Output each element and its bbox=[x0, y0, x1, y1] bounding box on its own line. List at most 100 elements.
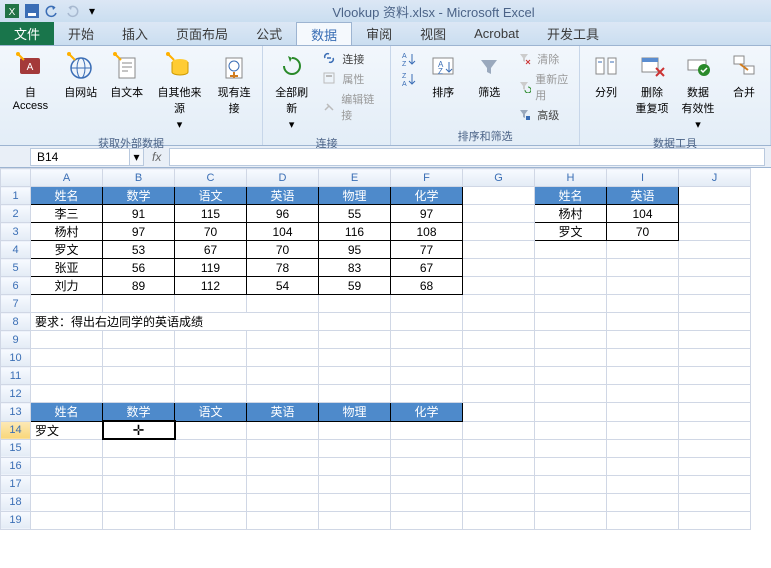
cell[interactable]: 83 bbox=[319, 259, 391, 277]
cell[interactable] bbox=[175, 493, 247, 511]
cell[interactable] bbox=[463, 187, 535, 205]
cell[interactable] bbox=[31, 493, 103, 511]
cell[interactable] bbox=[103, 349, 175, 367]
qat-dropdown-icon[interactable]: ▾ bbox=[84, 3, 100, 19]
col-header[interactable]: J bbox=[679, 169, 751, 187]
cell[interactable] bbox=[391, 457, 463, 475]
cell[interactable] bbox=[319, 457, 391, 475]
row-header[interactable]: 7 bbox=[1, 295, 31, 313]
properties-button[interactable]: 属性 bbox=[320, 70, 384, 88]
cell[interactable] bbox=[103, 511, 175, 529]
cell[interactable]: 化学 bbox=[391, 187, 463, 205]
col-header[interactable]: C bbox=[175, 169, 247, 187]
cell[interactable]: 78 bbox=[247, 259, 319, 277]
cell[interactable] bbox=[679, 223, 751, 241]
cell[interactable] bbox=[607, 349, 679, 367]
cell[interactable]: 77 bbox=[391, 241, 463, 259]
row-header[interactable]: 13 bbox=[1, 403, 31, 422]
cell[interactable] bbox=[175, 421, 247, 439]
cell[interactable]: 罗文 bbox=[31, 421, 103, 439]
cell[interactable]: 104 bbox=[247, 223, 319, 241]
tab-dev[interactable]: 开发工具 bbox=[533, 22, 613, 45]
cell[interactable] bbox=[535, 385, 607, 403]
row-header[interactable]: 14 bbox=[1, 421, 31, 439]
cell[interactable] bbox=[463, 223, 535, 241]
select-all-corner[interactable] bbox=[1, 169, 31, 187]
cell[interactable] bbox=[607, 493, 679, 511]
cell[interactable] bbox=[391, 475, 463, 493]
cell[interactable] bbox=[391, 511, 463, 529]
fx-icon[interactable]: fx bbox=[152, 150, 161, 164]
row-header[interactable]: 17 bbox=[1, 475, 31, 493]
cell[interactable]: 70 bbox=[175, 223, 247, 241]
cell[interactable] bbox=[463, 241, 535, 259]
row-header[interactable]: 12 bbox=[1, 385, 31, 403]
cell[interactable]: 89 bbox=[103, 277, 175, 295]
cell[interactable] bbox=[679, 439, 751, 457]
cell[interactable] bbox=[535, 259, 607, 277]
row-header[interactable]: 6 bbox=[1, 277, 31, 295]
tab-home[interactable]: 开始 bbox=[54, 22, 108, 45]
cell[interactable] bbox=[247, 439, 319, 457]
cell[interactable]: 语文 bbox=[175, 187, 247, 205]
cell[interactable]: 姓名 bbox=[31, 187, 103, 205]
row-header[interactable]: 3 bbox=[1, 223, 31, 241]
cell[interactable] bbox=[175, 511, 247, 529]
cell[interactable] bbox=[175, 475, 247, 493]
col-header[interactable]: B bbox=[103, 169, 175, 187]
cell[interactable] bbox=[463, 493, 535, 511]
col-header[interactable]: F bbox=[391, 169, 463, 187]
from-text-button[interactable]: 自文本 bbox=[105, 48, 149, 102]
cell[interactable] bbox=[391, 367, 463, 385]
tab-file[interactable]: 文件 bbox=[0, 22, 54, 45]
cell[interactable] bbox=[535, 331, 607, 349]
filter-button[interactable]: 筛选 bbox=[467, 48, 511, 102]
cell[interactable]: 物理 bbox=[319, 403, 391, 422]
cell[interactable] bbox=[679, 313, 751, 331]
cell[interactable] bbox=[463, 511, 535, 529]
cell[interactable]: 化学 bbox=[391, 403, 463, 422]
cell[interactable] bbox=[463, 259, 535, 277]
row-header[interactable]: 11 bbox=[1, 367, 31, 385]
cell[interactable]: 李三 bbox=[31, 205, 103, 223]
text-to-columns-button[interactable]: 分列 bbox=[584, 48, 628, 102]
reapply-button[interactable]: 重新应用 bbox=[515, 70, 573, 104]
cell[interactable] bbox=[463, 205, 535, 223]
cell[interactable]: 英语 bbox=[247, 403, 319, 422]
row-header[interactable]: 1 bbox=[1, 187, 31, 205]
cell[interactable]: 54 bbox=[247, 277, 319, 295]
cell[interactable]: 115 bbox=[175, 205, 247, 223]
cell[interactable] bbox=[463, 457, 535, 475]
cell[interactable] bbox=[103, 385, 175, 403]
cell[interactable]: 56 bbox=[103, 259, 175, 277]
cell[interactable] bbox=[103, 439, 175, 457]
cell[interactable] bbox=[463, 421, 535, 439]
cell[interactable] bbox=[175, 331, 247, 349]
tab-data[interactable]: 数据 bbox=[296, 22, 352, 45]
cell[interactable]: 97 bbox=[103, 223, 175, 241]
cell[interactable] bbox=[679, 241, 751, 259]
row-header[interactable]: 16 bbox=[1, 457, 31, 475]
cell[interactable] bbox=[319, 313, 391, 331]
edit-links-button[interactable]: 编辑链接 bbox=[320, 90, 384, 124]
cell[interactable] bbox=[463, 475, 535, 493]
row-header[interactable]: 18 bbox=[1, 493, 31, 511]
from-web-button[interactable]: 自网站 bbox=[59, 48, 103, 102]
cell[interactable]: 59 bbox=[319, 277, 391, 295]
spreadsheet-grid[interactable]: ABCDEFGHIJ 1 姓名数学语文英语物理化学 姓名英语 2 李三91115… bbox=[0, 168, 751, 530]
active-cell[interactable]: ✛ bbox=[103, 421, 175, 439]
tab-formula[interactable]: 公式 bbox=[242, 22, 296, 45]
redo-icon[interactable] bbox=[64, 3, 80, 19]
cell[interactable] bbox=[247, 349, 319, 367]
cell[interactable]: 刘力 bbox=[31, 277, 103, 295]
cell[interactable] bbox=[31, 439, 103, 457]
cell[interactable]: 116 bbox=[319, 223, 391, 241]
cell[interactable] bbox=[31, 349, 103, 367]
cell[interactable]: 96 bbox=[247, 205, 319, 223]
cell[interactable] bbox=[679, 349, 751, 367]
undo-icon[interactable] bbox=[44, 3, 60, 19]
cell[interactable]: 数学 bbox=[103, 187, 175, 205]
cell[interactable]: 姓名 bbox=[31, 403, 103, 422]
cell[interactable] bbox=[31, 295, 103, 313]
cell[interactable] bbox=[103, 367, 175, 385]
